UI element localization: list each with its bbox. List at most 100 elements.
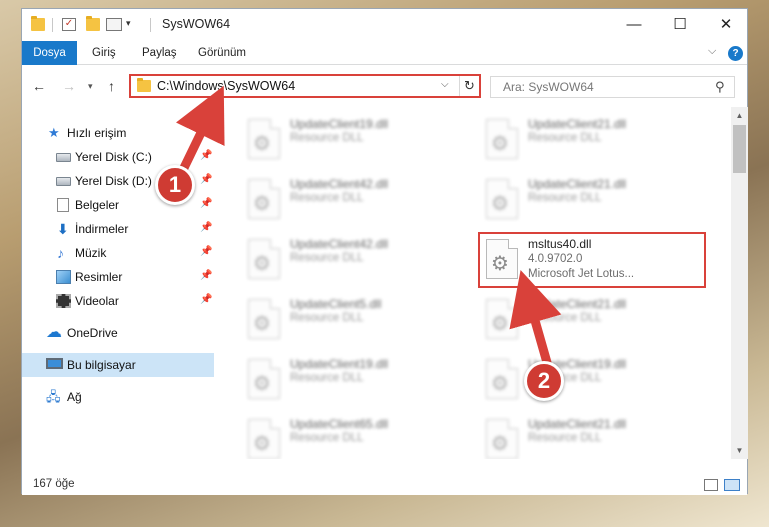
tab-view[interactable]: Görünüm xyxy=(188,41,256,65)
file-description: Resource DLL xyxy=(290,372,364,384)
nav-item-label: Müzik xyxy=(75,246,107,260)
address-bar[interactable]: C:\Windows\SysWOW64 ⌵ ↻ xyxy=(129,74,481,98)
gear-icon: ⚙ xyxy=(253,193,271,215)
search-icon[interactable]: ⚲ xyxy=(715,79,725,95)
file-tile[interactable]: ⚙ UpdateClient21.dll Resource DLL xyxy=(478,113,708,165)
step-badge-1: 1 xyxy=(155,165,195,205)
quick-access-customize-icon[interactable] xyxy=(106,18,122,31)
item-count: 167 öğe xyxy=(33,478,75,490)
search-input[interactable]: Ara: SysWOW64 ⚲ xyxy=(490,76,735,98)
close-button[interactable]: ✕ xyxy=(703,9,749,41)
nav-item-onedrive[interactable]: ☁ OneDrive xyxy=(22,321,214,345)
gear-icon: ⚙ xyxy=(491,133,509,155)
separator xyxy=(52,18,53,32)
window-title: SysWOW64 xyxy=(162,17,231,31)
chevron-down-icon[interactable]: ⌵ xyxy=(441,79,449,90)
file-name: UpdateClient21.dll xyxy=(528,417,627,431)
file-tile[interactable]: ⚙ UpdateClient42.dll Resource DLL xyxy=(240,173,470,225)
file-description: Resource DLL xyxy=(528,432,602,444)
file-description: Resource DLL xyxy=(290,192,364,204)
navigation-pane: ★ Hızlı erişim Yerel Disk (C:) 📌 Yerel D… xyxy=(22,107,214,459)
pin-icon[interactable]: 📌 xyxy=(200,174,212,185)
file-tile[interactable]: ⚙ UpdateClient19.dll Resource DLL xyxy=(240,113,470,165)
status-bar: 167 öğe xyxy=(22,475,747,495)
file-description: Resource DLL xyxy=(290,252,364,264)
tiles-view-icon[interactable] xyxy=(724,479,740,491)
nav-item-label: OneDrive xyxy=(67,326,118,340)
dll-file-icon: ⚙ xyxy=(486,179,518,219)
nav-item-label: İndirmeler xyxy=(75,222,129,236)
file-name: UpdateClient65.dll xyxy=(290,417,389,431)
file-tile[interactable]: ⚙ UpdateClient5.dll Resource DLL xyxy=(240,293,470,345)
help-icon[interactable]: ? xyxy=(728,46,743,61)
nav-item-videos[interactable]: Videolar 📌 xyxy=(22,289,214,313)
file-tile[interactable]: ⚙ UpdateClient21.dll Resource DLL xyxy=(478,413,708,459)
pin-icon[interactable]: 📌 xyxy=(200,246,212,257)
file-name: UpdateClient21.dll xyxy=(528,177,627,191)
back-arrow-icon[interactable]: ← xyxy=(32,78,46,94)
network-icon: 🖧 xyxy=(46,389,61,404)
nav-item-music[interactable]: ♪ Müzik 📌 xyxy=(22,241,214,265)
star-icon: ★ xyxy=(48,125,60,140)
file-name: UpdateClient5.dll xyxy=(290,297,382,311)
folder-icon xyxy=(31,16,45,31)
tab-file[interactable]: Dosya xyxy=(22,41,77,65)
videos-icon xyxy=(56,294,71,308)
gear-icon: ⚙ xyxy=(253,373,271,395)
file-tile[interactable]: ⚙ UpdateClient19.dll Resource DLL xyxy=(240,353,470,405)
tab-home[interactable]: Giriş xyxy=(82,41,126,65)
gear-icon: ⚙ xyxy=(253,433,271,455)
file-tile[interactable]: ⚙ UpdateClient21.dll Resource DLL xyxy=(478,293,708,345)
pin-icon[interactable]: 📌 xyxy=(200,198,212,209)
scroll-up-icon[interactable]: ▲ xyxy=(731,107,748,124)
address-path[interactable]: C:\Windows\SysWOW64 xyxy=(157,79,295,93)
refresh-icon[interactable]: ↻ xyxy=(459,76,479,96)
dll-file-icon: ⚙ xyxy=(248,299,280,339)
dll-file-icon: ⚙ xyxy=(486,119,518,159)
properties-check-icon[interactable]: ✓ xyxy=(62,18,76,31)
file-description: Resource DLL xyxy=(528,312,602,324)
scroll-thumb[interactable] xyxy=(733,125,746,173)
gear-icon: ⚙ xyxy=(491,313,509,335)
nav-item-downloads[interactable]: ⬇ İndirmeler 📌 xyxy=(22,217,214,241)
file-list: ⚙ UpdateClient19.dll Resource DLL ⚙ Upda… xyxy=(218,107,731,459)
forward-arrow-icon[interactable]: → xyxy=(62,78,76,94)
drive-icon xyxy=(56,177,71,186)
ribbon-tabs: Dosya Giriş Paylaş Görünüm ⌵ ? xyxy=(22,41,747,65)
file-name: UpdateClient42.dll xyxy=(290,237,389,251)
nav-item-local-disk-c[interactable]: Yerel Disk (C:) 📌 xyxy=(22,145,214,169)
file-tile[interactable]: ⚙ UpdateClient65.dll Resource DLL xyxy=(240,413,470,459)
file-description: Resource DLL xyxy=(528,132,602,144)
file-tile[interactable]: ⚙ UpdateClient19.dll Resource DLL xyxy=(478,353,708,405)
file-tile[interactable]: ⚙ UpdateClient21.dll Resource DLL xyxy=(478,173,708,225)
nav-item-label: Hızlı erişim xyxy=(67,126,127,140)
pin-icon[interactable]: 📌 xyxy=(200,294,212,305)
nav-item-quick-access[interactable]: ★ Hızlı erişim xyxy=(22,121,214,145)
scroll-down-icon[interactable]: ▼ xyxy=(731,442,748,459)
gear-icon: ⚙ xyxy=(491,193,509,215)
pin-icon[interactable]: 📌 xyxy=(200,222,212,233)
address-row: ← → ▾ ↑ C:\Windows\SysWOW64 ⌵ ↻ Ara: Sys… xyxy=(22,66,747,106)
recent-locations-icon[interactable]: ▾ xyxy=(88,81,93,92)
new-folder-icon[interactable] xyxy=(86,16,100,31)
onedrive-icon: ☁ xyxy=(46,324,62,341)
up-arrow-icon[interactable]: ↑ xyxy=(108,78,115,94)
file-name: UpdateClient19.dll xyxy=(290,117,389,131)
nav-item-network[interactable]: 🖧 Ağ xyxy=(22,385,214,409)
pin-icon[interactable]: 📌 xyxy=(200,150,212,161)
maximize-button[interactable]: ☐ xyxy=(657,9,703,41)
gear-icon: ⚙ xyxy=(491,373,509,395)
nav-item-this-pc[interactable]: Bu bilgisayar xyxy=(22,353,214,377)
file-tile[interactable]: ⚙ UpdateClient42.dll Resource DLL xyxy=(240,233,470,285)
quick-access-dropdown-icon[interactable]: ▾ xyxy=(126,18,131,29)
file-description: Resource DLL xyxy=(290,312,364,324)
minimize-button[interactable]: — xyxy=(611,9,657,41)
nav-item-pictures[interactable]: Resimler 📌 xyxy=(22,265,214,289)
expand-ribbon-icon[interactable]: ⌵ xyxy=(708,45,716,58)
details-view-icon[interactable] xyxy=(704,479,718,491)
tab-share[interactable]: Paylaş xyxy=(132,41,187,65)
vertical-scrollbar[interactable]: ▲ ▼ xyxy=(731,107,748,459)
nav-item-label: Belgeler xyxy=(75,198,120,212)
dll-file-icon: ⚙ xyxy=(486,299,518,339)
pin-icon[interactable]: 📌 xyxy=(200,270,212,281)
